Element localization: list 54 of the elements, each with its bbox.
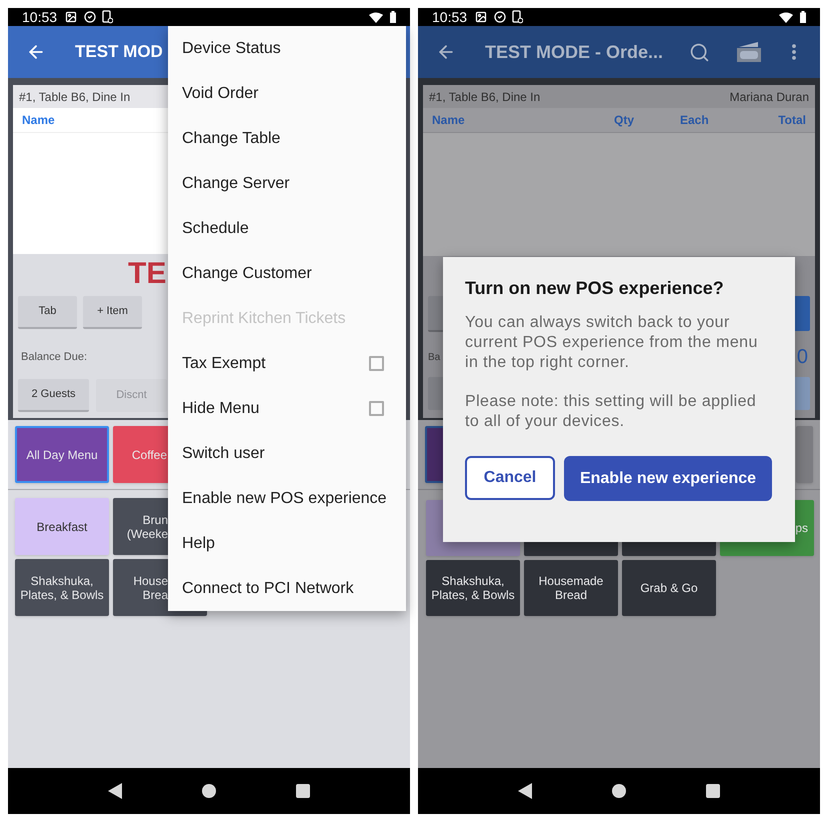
checkbox[interactable] xyxy=(369,401,384,416)
column-heading: Total xyxy=(778,112,806,129)
category-tile[interactable]: Grab & Go xyxy=(622,560,716,616)
menu-item[interactable]: Change Server xyxy=(168,161,406,206)
order-info: #1, Table B6, Dine In xyxy=(19,88,130,106)
back-icon[interactable] xyxy=(518,783,532,799)
app-title: TEST MODE - Orde... xyxy=(485,40,664,64)
column-heading: Qty xyxy=(614,112,634,129)
column-heading: Name xyxy=(432,112,466,129)
category-tile[interactable]: All Day Menu xyxy=(15,426,109,483)
menu-item[interactable]: Schedule xyxy=(168,206,406,251)
menu-item[interactable]: Tax Exempt xyxy=(168,341,406,386)
dialog-title: Turn on new POS experience? xyxy=(465,277,725,299)
category-tile[interactable]: Housemade Bread xyxy=(524,560,618,616)
category-tile[interactable]: Breakfast xyxy=(15,498,109,555)
action-button[interactable]: Tab xyxy=(18,296,77,329)
menu-item[interactable]: Void Order xyxy=(168,71,406,116)
menu-item[interactable]: Change Customer xyxy=(168,251,406,296)
balance-amount: 0 xyxy=(796,346,808,368)
status-time: 10:53 xyxy=(22,10,58,24)
home-icon[interactable] xyxy=(202,784,216,798)
app-title: TEST MOD xyxy=(75,41,163,64)
battery-icon xyxy=(390,11,396,23)
column-heading: Name xyxy=(22,112,55,129)
footer-button[interactable]: 2 Guests xyxy=(18,378,89,412)
menu-item[interactable]: Device Status xyxy=(168,26,406,71)
action-button[interactable]: + Item xyxy=(83,296,142,329)
wifi-icon xyxy=(369,12,383,22)
column-heading: Each xyxy=(680,112,709,129)
dialog-text: You can always switch back to your current POS experience from the menu in the top right corner. xyxy=(465,313,759,373)
check-icon xyxy=(494,11,506,23)
search-icon[interactable] xyxy=(689,42,710,62)
card-reader-icon[interactable] xyxy=(736,41,762,63)
image-icon xyxy=(65,11,78,23)
customer-name: Mariana Duran xyxy=(730,88,809,106)
home-icon[interactable] xyxy=(612,784,626,798)
menu-item[interactable]: Change Table xyxy=(168,116,406,161)
back-icon[interactable] xyxy=(108,783,122,799)
status-time: 10:53 xyxy=(432,10,468,24)
enable-button[interactable]: Enable new experience xyxy=(564,456,772,501)
image-icon xyxy=(475,11,488,23)
category-tile[interactable]: Shakshuka, Plates, & Bowls xyxy=(15,559,109,616)
wifi-icon xyxy=(779,12,793,22)
category-tile[interactable]: Shakshuka, Plates, & Bowls xyxy=(426,560,520,616)
cancel-button[interactable]: Cancel xyxy=(465,456,555,500)
balance-label: Ba xyxy=(428,350,440,364)
category-tile[interactable] xyxy=(796,426,813,483)
balance-label: Balance Due: xyxy=(21,350,88,365)
dialog-text: Please note: this setting will be applied to all of your devices. xyxy=(465,392,758,432)
checkbox[interactable] xyxy=(369,356,384,371)
order-info: #1, Table B6, Dine In xyxy=(429,88,540,106)
check-icon xyxy=(84,11,96,23)
battery-icon xyxy=(800,11,806,23)
mode-title: TE xyxy=(128,257,166,291)
